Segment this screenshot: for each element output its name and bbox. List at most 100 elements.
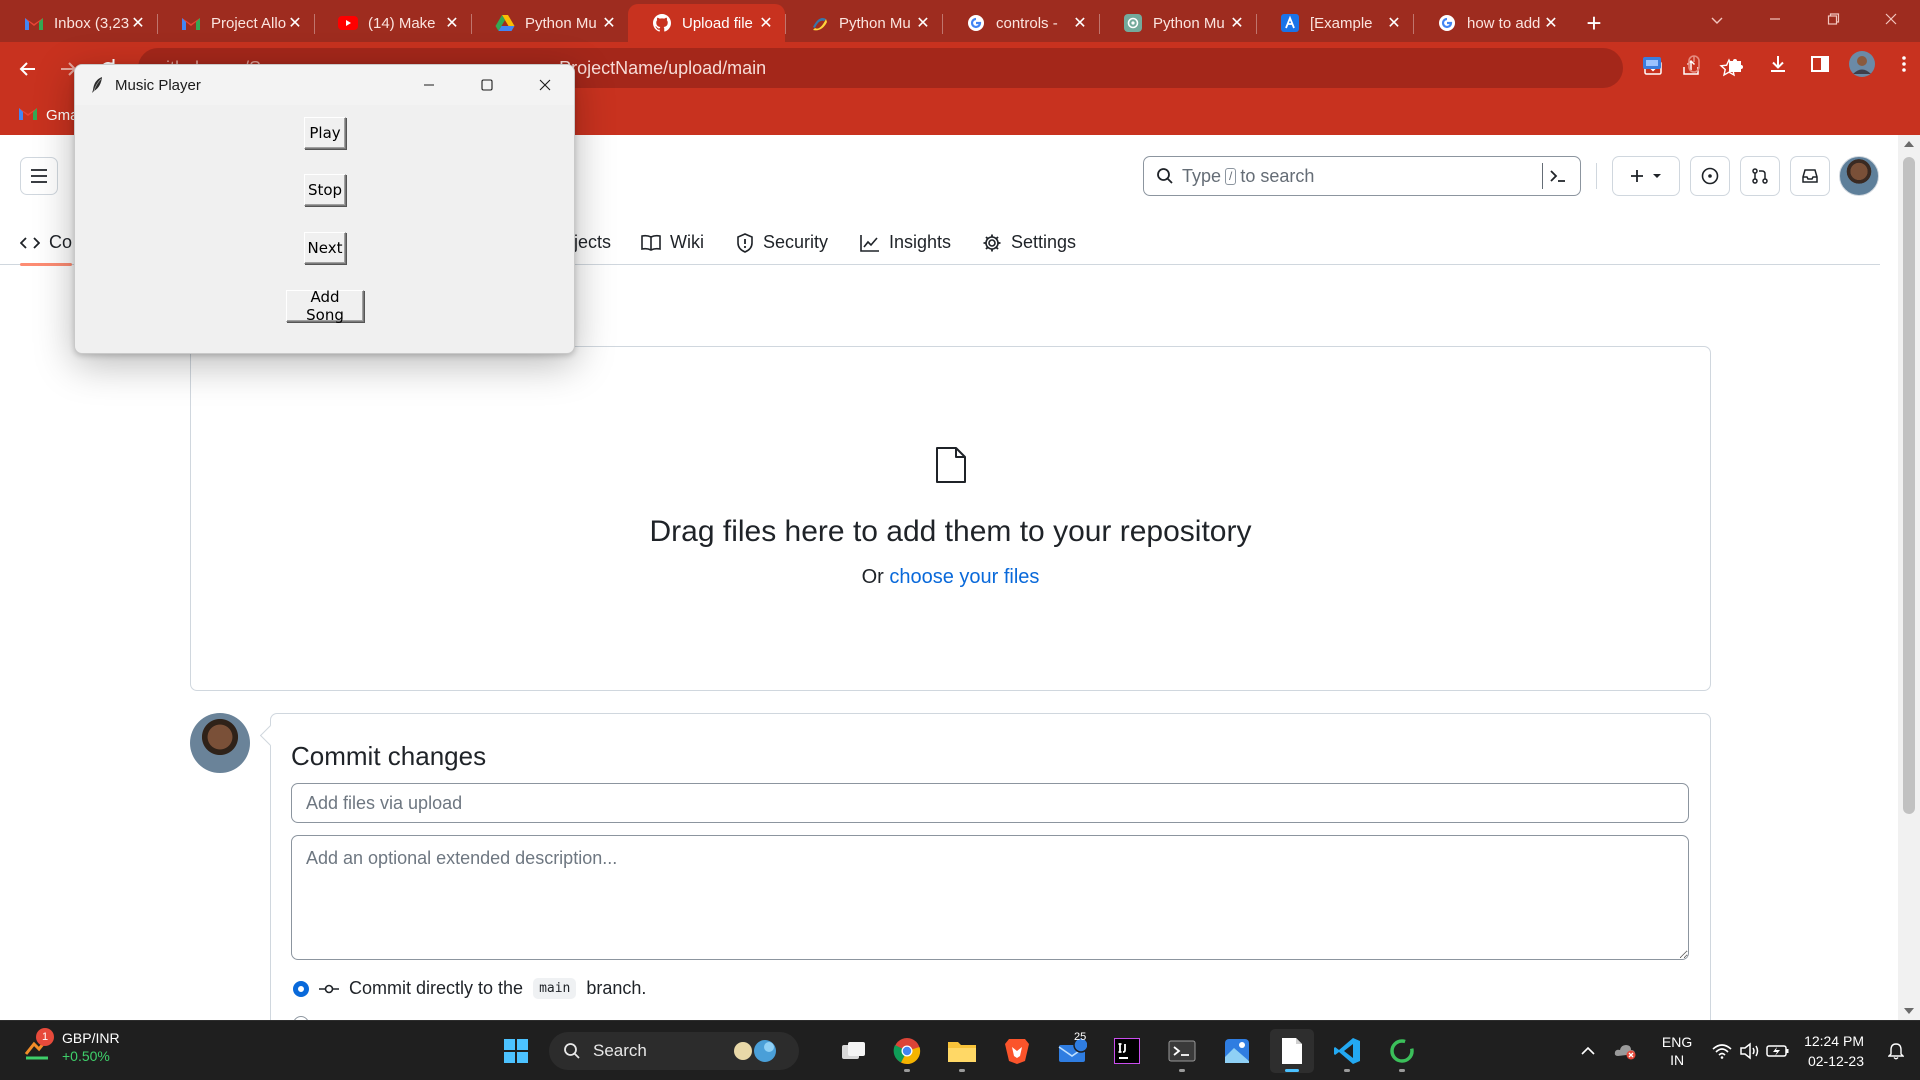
clock-date: 02-12-23 <box>1807 1053 1864 1069</box>
music-player-titlebar[interactable]: Music Player <box>75 65 574 105</box>
input-language[interactable]: ENG IN <box>1656 1033 1698 1069</box>
tab-search-icon[interactable] <box>1688 13 1746 30</box>
brave-icon[interactable] <box>995 1029 1039 1073</box>
onedrive-error-icon[interactable] <box>1606 1029 1646 1073</box>
play-button[interactable]: Play <box>304 117 346 149</box>
tab-wiki[interactable]: Wiki <box>641 220 704 265</box>
profile-avatar[interactable] <box>1848 50 1876 78</box>
url-path: ProjectName/upload/main <box>559 57 767 78</box>
taskbar-search-label: Search <box>593 1041 647 1060</box>
language-code: ENG <box>1661 1034 1693 1050</box>
commit-description-textarea[interactable] <box>291 835 1689 960</box>
create-new-button[interactable] <box>1612 156 1680 196</box>
tab-security[interactable]: Security <box>736 220 828 265</box>
close-tab-icon[interactable]: ✕ <box>1071 13 1089 33</box>
volume-icon[interactable] <box>1736 1029 1764 1073</box>
hamburger-icon <box>31 169 47 183</box>
next-button[interactable]: Next <box>304 232 346 264</box>
radio-selected[interactable] <box>293 980 309 997</box>
choose-files-link[interactable]: choose your files <box>889 566 1039 588</box>
commit-author-avatar <box>190 713 250 773</box>
close-tab-icon[interactable]: ✕ <box>1228 13 1246 33</box>
restore-icon[interactable] <box>1804 12 1862 30</box>
github-search-bar[interactable]: Type / to search <box>1143 156 1581 196</box>
tab-project[interactable]: Project Allo ✕ <box>157 4 314 42</box>
start-button[interactable] <box>494 1029 538 1073</box>
new-tab-button[interactable]: + <box>1574 4 1614 42</box>
scroll-up-arrow-icon[interactable] <box>1904 141 1914 147</box>
task-view-icon[interactable] <box>832 1029 876 1073</box>
battery-icon[interactable] <box>1764 1029 1792 1073</box>
extensions-puzzle-icon[interactable] <box>1722 50 1750 78</box>
user-avatar[interactable] <box>1839 156 1879 196</box>
close-tab-icon[interactable]: ✕ <box>914 13 932 33</box>
tab-drive[interactable]: Python Mu ✕ <box>471 4 628 42</box>
close-tab-icon[interactable]: ✕ <box>757 13 775 33</box>
close-icon[interactable] <box>516 65 574 105</box>
close-tab-icon[interactable]: ✕ <box>286 13 304 33</box>
side-panel-icon[interactable] <box>1806 50 1834 78</box>
commit-summary-input[interactable] <box>291 783 1689 823</box>
tab-inbox[interactable]: Inbox (3,23 ✕ <box>0 4 157 42</box>
tab-chatgpt[interactable]: Python Mu ✕ <box>1099 4 1256 42</box>
chevron-up-icon[interactable] <box>1570 1029 1606 1073</box>
clock[interactable]: 12:24 PM 02-12-23 <box>1804 1031 1864 1071</box>
scrollbar-thumb[interactable] <box>1903 157 1915 814</box>
file-explorer-icon[interactable] <box>940 1029 984 1073</box>
tab-insights[interactable]: Insights <box>860 220 951 265</box>
maximize-icon[interactable] <box>458 65 516 105</box>
chrome-icon[interactable] <box>885 1029 929 1073</box>
taskbar-search[interactable]: Search <box>549 1032 799 1070</box>
python-idle-icon[interactable] <box>1380 1029 1424 1073</box>
intellij-icon[interactable] <box>1105 1029 1149 1073</box>
photos-icon[interactable] <box>1215 1029 1259 1073</box>
minimize-icon[interactable] <box>1746 12 1804 30</box>
tab-settings[interactable]: Settings <box>982 220 1076 265</box>
stop-button[interactable]: Stop <box>304 174 346 206</box>
close-tab-icon[interactable]: ✕ <box>600 13 618 33</box>
close-tab-icon[interactable]: ✕ <box>129 13 147 33</box>
extension-area <box>1638 50 1918 78</box>
tab-code[interactable]: Co <box>20 220 73 266</box>
tab-example[interactable]: [Example ✕ <box>1256 4 1413 42</box>
pull-requests-button[interactable] <box>1740 156 1780 196</box>
notification-bell-icon[interactable] <box>1878 1029 1914 1073</box>
scroll-down-arrow-icon[interactable] <box>1904 1008 1914 1014</box>
close-tab-icon[interactable]: ✕ <box>1385 13 1403 33</box>
minimize-icon[interactable] <box>400 65 458 105</box>
tab-how-to-add[interactable]: how to add ✕ <box>1413 4 1570 42</box>
music-player-window: Music Player Play Stop Next Add Song <box>74 64 575 354</box>
tab-label: Security <box>763 232 829 252</box>
tab-python-music[interactable]: Python Mu ✕ <box>785 4 942 42</box>
mail-icon[interactable]: 25 <box>1050 1029 1094 1073</box>
inbox-button[interactable] <box>1790 156 1830 196</box>
download-icon[interactable] <box>1764 50 1792 78</box>
vscode-icon[interactable] <box>1325 1029 1369 1073</box>
browser-menu-icon[interactable] <box>1890 50 1918 78</box>
notepad-icon[interactable] <box>1270 1029 1314 1073</box>
app-icon <box>1280 13 1300 33</box>
file-dropzone[interactable]: Drag files here to add them to your repo… <box>190 346 1711 691</box>
commit-direct-option[interactable]: Commit directly to the main branch. <box>293 978 646 999</box>
bookmark-gmail[interactable]: Gma <box>18 106 79 125</box>
close-icon[interactable] <box>1862 12 1920 30</box>
hamburger-menu-button[interactable] <box>20 157 58 195</box>
tab-youtube[interactable]: (14) Make ✕ <box>314 4 471 42</box>
terminal-icon[interactable] <box>1160 1029 1204 1073</box>
add-song-button[interactable]: Add Song <box>286 288 364 324</box>
issues-button[interactable] <box>1690 156 1730 196</box>
market-widget[interactable]: 1 GBP/INR +0.50% <box>22 1028 120 1065</box>
extension-mouse-icon[interactable] <box>1680 50 1708 78</box>
close-tab-icon[interactable]: ✕ <box>1542 13 1560 33</box>
wifi-icon[interactable] <box>1708 1029 1736 1073</box>
extension-screen-icon[interactable] <box>1638 50 1666 78</box>
tab-controls[interactable]: controls - ✕ <box>942 4 1099 42</box>
page-scrollbar[interactable] <box>1898 135 1920 1020</box>
tab-upload-file[interactable]: Upload file ✕ <box>628 4 785 42</box>
close-tab-icon[interactable]: ✕ <box>443 13 461 33</box>
back-icon[interactable] <box>8 49 48 89</box>
command-palette-button[interactable] <box>1542 163 1572 189</box>
browser-tab-strip: Inbox (3,23 ✕ Project Allo ✕ (14) Make ✕… <box>0 0 1920 42</box>
tab-projects[interactable]: jects <box>574 220 611 265</box>
chatgpt-icon <box>1123 13 1143 33</box>
